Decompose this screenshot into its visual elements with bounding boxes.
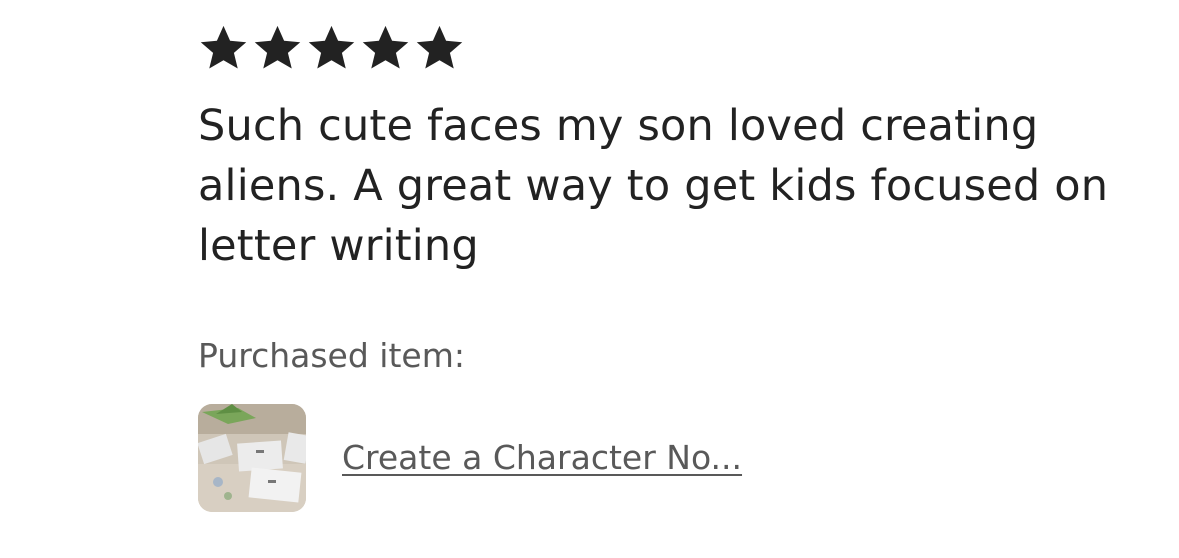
star-icon xyxy=(308,25,355,69)
star-icon xyxy=(200,25,247,69)
star-rating xyxy=(198,20,1158,74)
star-icon xyxy=(254,25,301,69)
star-icon xyxy=(416,25,463,69)
purchased-item-link[interactable]: Create a Character No... xyxy=(342,436,742,480)
product-thumbnail[interactable] xyxy=(198,404,306,512)
purchased-item-row[interactable]: Create a Character No... xyxy=(198,404,742,512)
review-card: Such cute faces my son loved creating al… xyxy=(198,20,1158,276)
review-text: Such cute faces my son loved creating al… xyxy=(198,101,1109,271)
purchased-item-label: Purchased item: xyxy=(198,336,465,375)
star-icon xyxy=(362,25,409,69)
